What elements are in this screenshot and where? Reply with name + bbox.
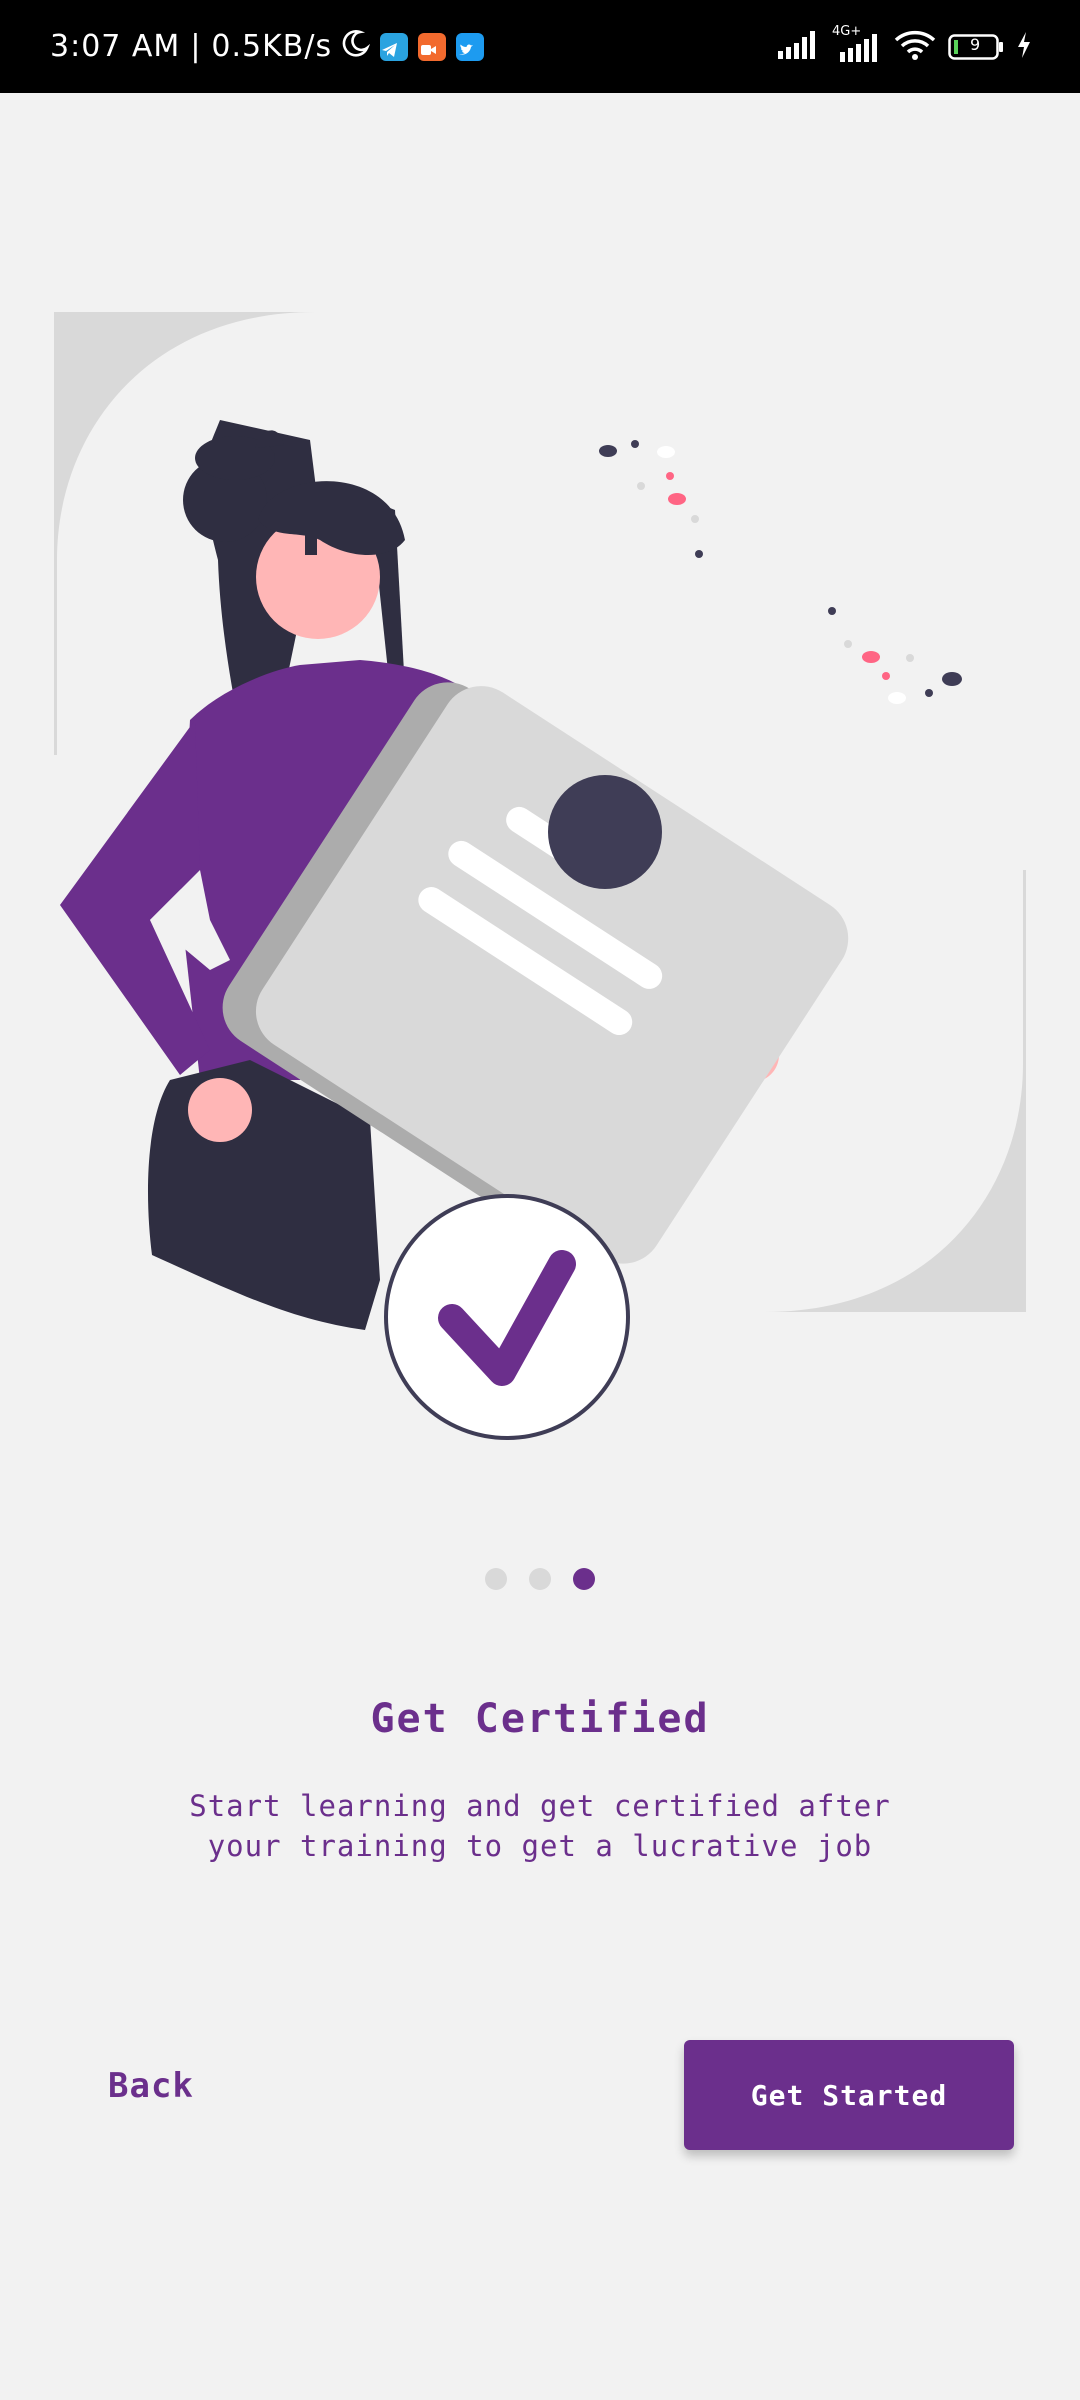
woman-holding-certificate-illustration [54,312,1026,1440]
twitter-icon [456,32,485,61]
status-time: 3:07 AM [50,29,181,64]
wifi-icon [894,29,936,65]
page-dot-3-active[interactable] [573,1568,595,1590]
status-right: 4G+ 9 [778,0,1032,93]
get-started-button[interactable]: Get Started [684,2040,1014,2150]
video-app-icon [418,32,447,61]
page-title: Get Certified [370,1696,710,1742]
charging-icon [1016,31,1032,63]
back-button[interactable]: Back [108,2066,194,2106]
page-description: Start learning and get certified after y… [189,1789,891,1863]
onboarding-illustration [0,280,1080,1460]
status-bar: 3:07 AM | 0.5KB/s 4G+ 9 [0,0,1080,93]
network-speed: 0.5KB/s [211,29,333,64]
status-left: 3:07 AM | 0.5KB/s [50,0,494,93]
battery-level: 9 [970,34,981,54]
battery-icon: 9 [948,33,1004,61]
signal-4g-icon: 4G+ [832,24,882,64]
signal-icon [778,30,820,63]
status-separator: | [190,29,202,64]
moon-icon [340,28,371,66]
page-dot-2[interactable] [529,1568,551,1590]
telegram-icon [380,32,409,61]
page-indicator [0,1568,1080,1590]
page-dot-1[interactable] [485,1568,507,1590]
